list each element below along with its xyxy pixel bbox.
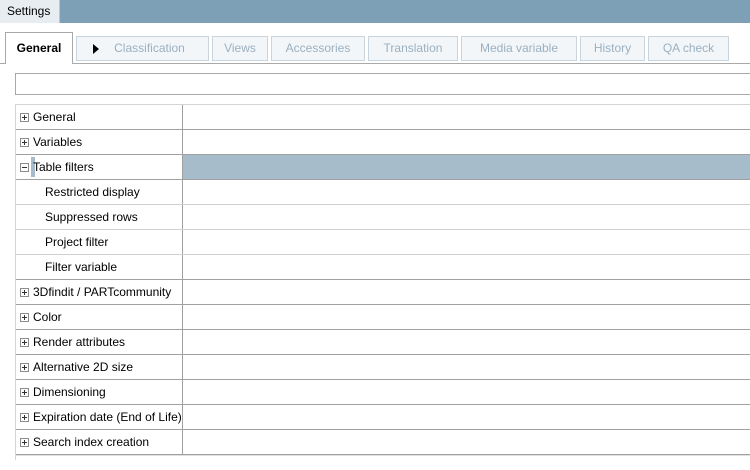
expand-plus-icon[interactable] xyxy=(20,288,29,297)
row-value-cell[interactable] xyxy=(183,230,750,254)
row-label: Table filters xyxy=(33,160,94,174)
property-grid: General Variables Table filters Restrict… xyxy=(15,104,750,460)
row-name-cell: Suppressed rows xyxy=(16,205,182,229)
tab-classification[interactable]: Classification xyxy=(76,36,209,61)
expand-plus-icon[interactable] xyxy=(20,413,29,422)
row-label: Render attributes xyxy=(33,335,126,349)
tab-classification-label: Classification xyxy=(114,41,185,55)
row-name-cell: Restricted display xyxy=(16,180,182,204)
tree-row-expiration-date[interactable]: Expiration date (End of Life) xyxy=(16,405,750,430)
tree-row-alternative-2d-size[interactable]: Alternative 2D size xyxy=(16,355,750,380)
tree-row-render-attributes[interactable]: Render attributes xyxy=(16,330,750,355)
tab-qa-check[interactable]: QA check xyxy=(648,36,729,61)
tree-row-3dfindit-partcommunity[interactable]: 3Dfindit / PARTcommunity xyxy=(16,280,750,305)
tab-translation-label: Translation xyxy=(383,41,443,55)
row-value-cell[interactable] xyxy=(183,205,750,229)
row-value-cell[interactable] xyxy=(183,305,750,329)
row-value-cell[interactable] xyxy=(183,355,750,379)
filter-input[interactable] xyxy=(15,73,750,95)
tree-row-project-filter[interactable]: Project filter xyxy=(16,230,750,255)
grid-bottom-divider xyxy=(15,455,750,456)
tab-media-variable-label: Media variable xyxy=(479,41,559,55)
tab-qa-check-label: QA check xyxy=(662,41,715,55)
row-label: 3Dfindit / PARTcommunity xyxy=(33,285,172,299)
row-label: Filter variable xyxy=(45,260,118,274)
row-label: Alternative 2D size xyxy=(33,360,134,374)
row-value-cell[interactable] xyxy=(183,155,750,179)
tree-row-filter-variable[interactable]: Filter variable xyxy=(16,255,750,280)
tab-accessories[interactable]: Accessories xyxy=(271,36,365,61)
row-value-cell[interactable] xyxy=(183,330,750,354)
row-label: Dimensioning xyxy=(33,385,106,399)
row-value-cell[interactable] xyxy=(183,405,750,429)
row-name-cell: Color xyxy=(16,305,182,329)
row-label: Color xyxy=(33,310,62,324)
row-label: Project filter xyxy=(45,235,109,249)
tree-row-general[interactable]: General xyxy=(16,105,750,130)
tree-row-color[interactable]: Color xyxy=(16,305,750,330)
tree-row-table-filters[interactable]: Table filters xyxy=(16,155,750,180)
row-value-cell[interactable] xyxy=(183,430,750,454)
row-value-cell[interactable] xyxy=(183,180,750,204)
row-name-cell: General xyxy=(16,105,182,129)
tab-views-label: Views xyxy=(224,41,256,55)
row-label: Suppressed rows xyxy=(45,210,138,224)
row-label: Variables xyxy=(33,135,83,149)
row-value-cell[interactable] xyxy=(183,130,750,154)
tab-history-label: History xyxy=(593,41,632,55)
row-name-cell: Table filters xyxy=(16,155,182,179)
expand-plus-icon[interactable] xyxy=(20,338,29,347)
window-title-tab[interactable]: Settings xyxy=(0,0,61,23)
row-name-cell: Dimensioning xyxy=(16,380,182,404)
tree-row-restricted-display[interactable]: Restricted display xyxy=(16,180,750,205)
row-name-cell: Filter variable xyxy=(16,255,182,279)
tab-history[interactable]: History xyxy=(580,36,645,61)
row-label: Search index creation xyxy=(33,435,150,449)
tree-row-dimensioning[interactable]: Dimensioning xyxy=(16,380,750,405)
window-titlebar: Settings xyxy=(0,0,750,23)
row-value-cell[interactable] xyxy=(183,255,750,279)
expand-plus-icon[interactable] xyxy=(20,438,29,447)
row-name-cell: Project filter xyxy=(16,230,182,254)
tab-translation[interactable]: Translation xyxy=(368,36,458,61)
tab-strip: General Classification Views Accessories… xyxy=(0,23,750,64)
tab-media-variable[interactable]: Media variable xyxy=(461,36,577,61)
expand-plus-icon[interactable] xyxy=(20,138,29,147)
row-name-cell: Expiration date (End of Life) xyxy=(16,405,182,429)
tab-accessories-label: Accessories xyxy=(285,41,351,55)
row-name-cell: 3Dfindit / PARTcommunity xyxy=(16,280,182,304)
tab-views[interactable]: Views xyxy=(212,36,268,61)
row-label: General xyxy=(33,110,76,124)
row-value-cell[interactable] xyxy=(183,105,750,129)
tree-row-search-index-creation[interactable]: Search index creation xyxy=(16,430,750,455)
row-value-cell[interactable] xyxy=(183,280,750,304)
row-label: Restricted display xyxy=(45,185,140,199)
expand-plus-icon[interactable] xyxy=(20,313,29,322)
window-title: Settings xyxy=(7,4,51,18)
tab-general-label: General xyxy=(16,41,62,55)
row-value-cell[interactable] xyxy=(183,380,750,404)
triangle-right-icon xyxy=(93,44,99,54)
row-label: Expiration date (End of Life) xyxy=(33,410,182,424)
tab-divider xyxy=(0,63,750,64)
expand-plus-icon[interactable] xyxy=(20,113,29,122)
tab-general[interactable]: General xyxy=(5,32,73,64)
collapse-minus-icon[interactable] xyxy=(20,163,29,172)
row-name-cell: Search index creation xyxy=(16,430,182,454)
row-name-cell: Render attributes xyxy=(16,330,182,354)
row-name-cell: Alternative 2D size xyxy=(16,355,182,379)
row-name-cell: Variables xyxy=(16,130,182,154)
expand-plus-icon[interactable] xyxy=(20,388,29,397)
expand-plus-icon[interactable] xyxy=(20,363,29,372)
tree-row-suppressed-rows[interactable]: Suppressed rows xyxy=(16,205,750,230)
tree-row-variables[interactable]: Variables xyxy=(16,130,750,155)
